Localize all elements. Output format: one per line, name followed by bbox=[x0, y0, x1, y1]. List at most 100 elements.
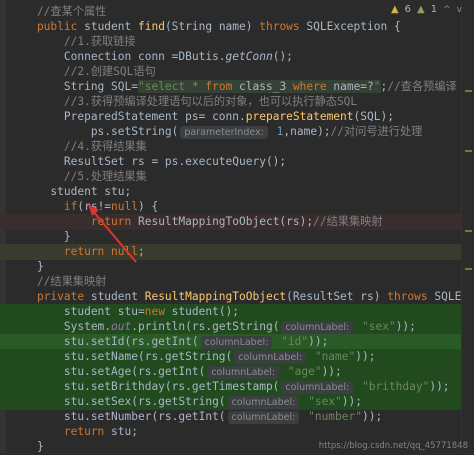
code-text: System.out.println(rs.getString(columnLa… bbox=[10, 319, 416, 335]
code-token: stu.setName(rs.getString( bbox=[10, 350, 233, 363]
code-line[interactable]: stu.setId(rs.getInt(columnLabel: "id")); bbox=[0, 334, 462, 350]
parameter-hint: columnLabel: bbox=[234, 351, 307, 364]
code-text: stu.setId(rs.getInt(columnLabel: "id")); bbox=[10, 334, 328, 350]
code-line[interactable]: String SQL="select * from class_3 where … bbox=[0, 79, 462, 95]
code-token: (SQL); bbox=[353, 110, 394, 123]
code-text: return ResultMappingToObject(rs);//结果集映射 bbox=[10, 214, 383, 230]
parameter-hint: columnLabel: bbox=[200, 336, 273, 349]
code-line[interactable]: } bbox=[0, 259, 462, 275]
code-token: stu.setId(rs.getInt( bbox=[10, 335, 199, 348]
chevron-up-icon[interactable]: ^ bbox=[443, 5, 451, 15]
parameter-hint: parameterIndex: bbox=[180, 126, 268, 139]
code-line[interactable]: Connection conn =DButis.getConn(); bbox=[0, 49, 462, 65]
code-token: //4.获得结果集 bbox=[10, 140, 147, 153]
code-token: return bbox=[10, 425, 112, 438]
code-token: stu.setSex(rs.getString( bbox=[10, 395, 226, 408]
code-token: find bbox=[137, 20, 165, 33]
code-text: //结果集映射 bbox=[10, 274, 106, 290]
code-line[interactable]: student stu=new student(); bbox=[0, 304, 462, 320]
code-text: //查某个属性 bbox=[10, 4, 106, 20]
code-token: where bbox=[292, 80, 334, 93]
code-line[interactable]: //5.处理结果集 bbox=[0, 169, 462, 185]
code-line[interactable]: return stu; bbox=[0, 424, 462, 440]
code-text: } bbox=[10, 229, 71, 245]
error-stripe-mark[interactable] bbox=[465, 230, 472, 232]
code-token: ps.setString( bbox=[10, 125, 179, 138]
code-token: name=? bbox=[333, 80, 374, 93]
code-token: student bbox=[84, 20, 138, 33]
code-token: "age" bbox=[281, 365, 322, 378]
code-token: System. bbox=[10, 320, 112, 333]
code-token: ResultMappingToObject(rs); bbox=[137, 215, 314, 228]
code-line[interactable]: public student find(String name) throws … bbox=[0, 19, 462, 35]
code-line[interactable]: //结果集映射 bbox=[0, 274, 462, 290]
code-token: stu.setNumber(rs.getInt( bbox=[10, 410, 226, 423]
code-token: } bbox=[10, 230, 71, 243]
code-token: //5.处理结果集 bbox=[10, 170, 147, 183]
code-token: //结果集映射 bbox=[10, 275, 107, 288]
code-token: (rs!= bbox=[77, 200, 112, 213]
code-line[interactable]: private student ResultMappingToObject(Re… bbox=[0, 289, 462, 305]
code-token: student bbox=[90, 290, 145, 303]
code-text: } bbox=[10, 259, 44, 275]
code-line[interactable]: stu.setNumber(rs.getInt(columnLabel: "nu… bbox=[0, 409, 462, 425]
code-token: //3.获得预编译处理语句以后的对象，也可以执行静态SQL bbox=[10, 95, 358, 108]
error-stripe-mark[interactable] bbox=[465, 268, 472, 270]
code-token: "sex" bbox=[301, 395, 342, 408]
code-line[interactable]: student stu; bbox=[0, 184, 462, 200]
inspection-status[interactable]: ▲ 6 ▲ 1 ^ v bbox=[391, 4, 462, 15]
code-token: (String name) bbox=[164, 20, 260, 33]
warning-icon: ▲ bbox=[390, 4, 399, 15]
code-line[interactable]: //4.获得结果集 bbox=[0, 139, 462, 155]
code-token: throws bbox=[387, 290, 435, 303]
code-token: )); bbox=[355, 350, 376, 363]
code-line[interactable]: if(rs!=null) { bbox=[0, 199, 462, 215]
code-token: * bbox=[191, 80, 206, 93]
code-token: PreparedStatement ps= conn. bbox=[10, 110, 246, 123]
code-token: } bbox=[10, 260, 44, 273]
code-text: String SQL="select * from class_3 where … bbox=[10, 79, 457, 95]
code-line[interactable]: ps.setString(parameterIndex: 1,name);//对… bbox=[0, 124, 462, 140]
code-token: stu; bbox=[111, 425, 138, 438]
code-line[interactable]: stu.setName(rs.getString(columnLabel: "n… bbox=[0, 349, 462, 365]
code-line[interactable]: return ResultMappingToObject(rs);//结果集映射 bbox=[0, 214, 462, 230]
code-line[interactable]: //1.获取链接 bbox=[0, 34, 462, 50]
parameter-hint: columnLabel: bbox=[281, 381, 354, 394]
code-token: stu.setBrithday(rs.getTimestamp( bbox=[10, 380, 280, 393]
code-token: "sex" bbox=[355, 320, 396, 333]
code-line[interactable]: PreparedStatement ps= conn.prepareStatem… bbox=[0, 109, 462, 125]
code-token: " bbox=[373, 80, 381, 93]
code-token: ResultMappingToObject bbox=[144, 290, 287, 303]
code-token: Connection conn =DButis. bbox=[10, 50, 226, 63]
code-line[interactable]: ResultSet rs = ps.executeQuery(); bbox=[0, 154, 462, 170]
code-text: stu.setName(rs.getString(columnLabel: "n… bbox=[10, 349, 375, 365]
code-line[interactable]: return null; bbox=[0, 244, 462, 260]
code-token: //对问号进行处理 bbox=[330, 125, 423, 138]
code-line[interactable]: //3.获得预编译处理语句以后的对象，也可以执行静态SQL bbox=[0, 94, 462, 110]
code-token: )); bbox=[308, 335, 329, 348]
code-token: (); bbox=[272, 50, 293, 63]
code-token: //查某个属性 bbox=[10, 5, 107, 18]
code-token: //2.创建SQL语句 bbox=[10, 65, 156, 78]
error-stripe-mark[interactable] bbox=[465, 90, 472, 92]
code-token: "select bbox=[137, 80, 192, 93]
editor-scrollbar[interactable] bbox=[461, 0, 474, 453]
code-line[interactable]: stu.setSex(rs.getString(columnLabel: "se… bbox=[0, 394, 462, 410]
code-token: )); bbox=[341, 395, 362, 408]
code-text: student stu=new student(); bbox=[10, 304, 239, 320]
code-line[interactable]: //2.创建SQL语句 bbox=[0, 64, 462, 80]
watermark-text: https://blog.csdn.net/qq_45771848 bbox=[318, 441, 468, 451]
warning-count: 6 bbox=[404, 4, 412, 15]
code-editor[interactable]: //查某个属性 public student find(String name)… bbox=[0, 0, 474, 453]
chevron-down-icon[interactable]: v bbox=[457, 5, 462, 15]
code-token: student stu= bbox=[10, 305, 145, 318]
code-line[interactable]: stu.setBrithday(rs.getTimestamp(columnLa… bbox=[0, 379, 462, 395]
code-token: null bbox=[111, 200, 138, 213]
code-token: if bbox=[10, 200, 78, 213]
code-token: class_3 bbox=[239, 80, 293, 93]
code-line[interactable]: stu.setAge(rs.getInt(columnLabel: "age")… bbox=[0, 364, 462, 380]
error-stripe-mark[interactable] bbox=[465, 150, 472, 152]
code-token: String SQL= bbox=[10, 80, 138, 93]
code-line[interactable]: } bbox=[0, 229, 462, 245]
code-line[interactable]: System.out.println(rs.getString(columnLa… bbox=[0, 319, 462, 335]
